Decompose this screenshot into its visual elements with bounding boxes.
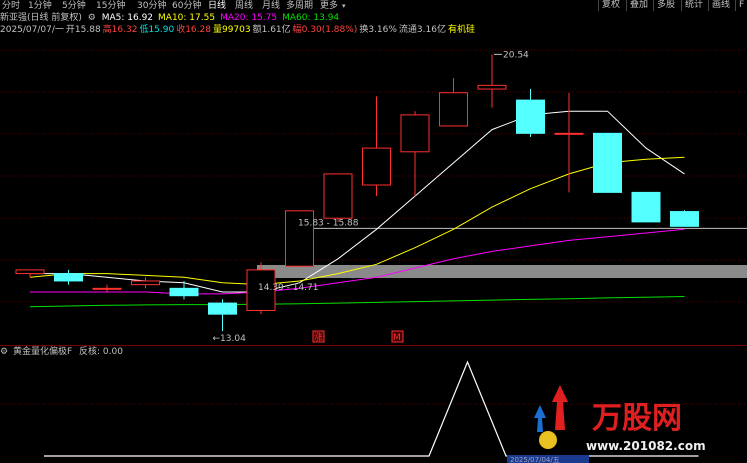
brand-arrow-blue-icon [534,405,546,432]
signal-marker-0: 涨 [314,332,323,343]
candle-body-16 [631,191,661,223]
candle-body-4 [169,287,199,297]
candle-body-5 [208,302,237,315]
signal-marker-1: M [393,333,401,343]
candle-body-11 [439,92,468,127]
candle-body-17 [670,211,699,227]
candle-body-2 [92,287,122,290]
candle-body-8 [323,173,353,219]
candle-body-1 [54,273,83,282]
candle-body-3 [131,280,160,286]
candle-body-13 [516,99,545,134]
zone-upper-label: 15.83 - 15.88 [298,218,359,228]
brand-url: www.201082.com [586,439,706,453]
zone-lower-band [257,265,747,278]
kline-chart[interactable]: 20.54←13.0415.83 - 15.8814.39 - 14.71涨 M … [0,0,747,463]
candle-body-12 [477,84,507,90]
candle-body-10 [400,114,430,153]
candle-body-0 [15,269,45,275]
ma-line-MA20 [30,228,685,295]
ma-line-MA5 [30,110,685,293]
date-tag: 2025/07/04/五 [510,456,560,463]
brand-coin-icon [539,431,557,449]
candle-body-15 [593,132,622,193]
candle-body-9 [362,147,391,186]
candle-body-14 [554,132,584,135]
zone-lower-label: 14.39 - 14.71 [258,283,319,293]
low-label: ←13.04 [213,334,247,344]
brand-arrow-red-icon [552,385,568,430]
high-label: 20.54 [503,50,529,60]
brand-name: 万股网 [592,401,682,436]
